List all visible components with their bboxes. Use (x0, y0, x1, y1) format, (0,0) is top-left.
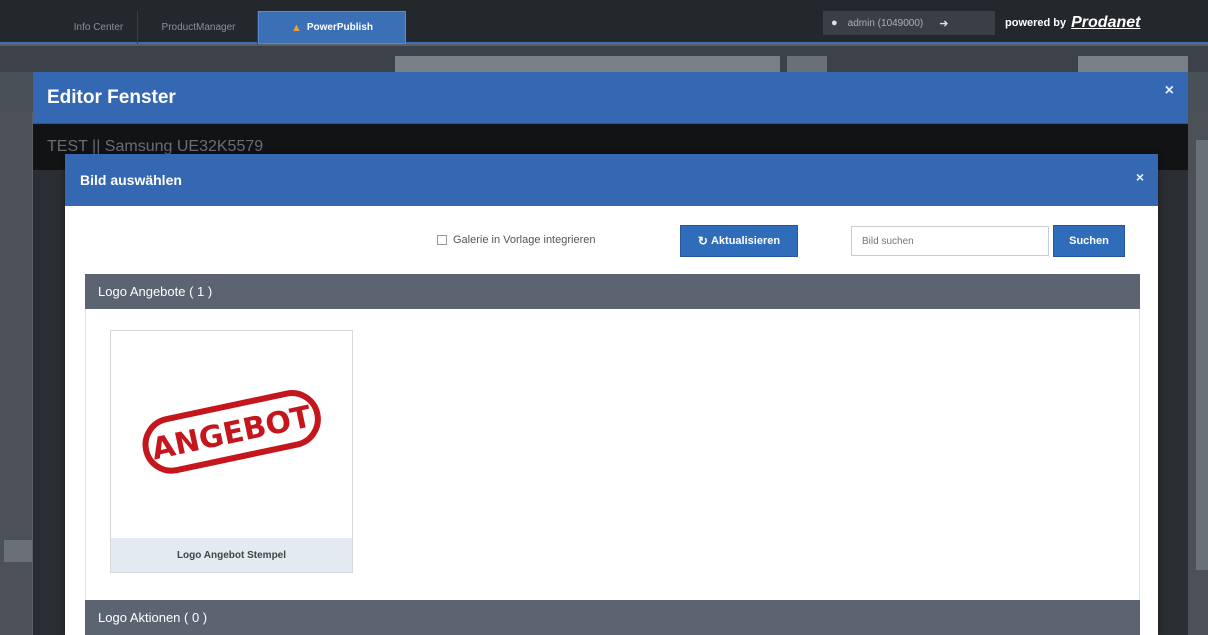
home-icon: ▲ (290, 21, 302, 34)
refresh-button[interactable]: ↻ Aktualisieren (680, 225, 798, 257)
editor-close-icon[interactable]: × (1165, 82, 1174, 100)
gallery-checkbox-label: Galerie in Vorlage integrieren (453, 234, 596, 246)
image-card[interactable]: ANGEBOT Logo Angebot Stempel (110, 330, 353, 573)
gallery-checkbox[interactable] (437, 235, 447, 245)
user-menu[interactable]: ● admin (1049000) ➜ (823, 11, 995, 35)
powered-by: powered by Prodanet (1005, 10, 1140, 36)
gallery-checkbox-row[interactable]: Galerie in Vorlage integrieren (437, 234, 595, 246)
image-card-caption: Logo Angebot Stempel (111, 538, 352, 572)
section-title: Logo Angebote ( 1 ) (98, 284, 213, 299)
editor-title: Editor Fenster (47, 87, 176, 108)
image-search-input[interactable] (851, 226, 1049, 256)
section-logo-angebote[interactable]: Logo Angebote ( 1 ) (85, 274, 1140, 309)
background-scrollbar (1196, 140, 1208, 570)
picker-title: Bild auswählen (80, 172, 182, 188)
section-logo-aktionen[interactable]: Logo Aktionen ( 0 ) (85, 600, 1140, 635)
editor-header: Editor Fenster × (33, 72, 1188, 124)
search-button[interactable]: Suchen (1053, 225, 1125, 257)
section-title: Logo Aktionen ( 0 ) (98, 610, 208, 625)
background-left-tab (4, 540, 32, 562)
top-navigation-bar: Info Center ProductManager ▲ PowerPublis… (0, 0, 1208, 44)
brand-logo[interactable]: Prodanet (1071, 14, 1140, 32)
tab-product-manager[interactable]: ProductManager (140, 11, 258, 44)
picker-close-icon[interactable]: × (1136, 169, 1144, 185)
tab-power-publish[interactable]: ▲ PowerPublish (258, 11, 406, 44)
powered-by-text: powered by (1005, 17, 1067, 29)
user-icon: ● (831, 17, 838, 29)
user-label: admin (1049000) (847, 17, 924, 29)
image-picker-dialog: Bild auswählen × Galerie in Vorlage inte… (65, 154, 1158, 635)
stamp-image: ANGEBOT (142, 390, 321, 474)
logout-icon[interactable]: ➜ (939, 17, 948, 30)
picker-header: Bild auswählen × (65, 154, 1158, 206)
tab-info-center[interactable]: Info Center (60, 11, 138, 44)
tab-power-publish-label: PowerPublish (306, 22, 373, 33)
refresh-button-label: Aktualisieren (710, 235, 781, 247)
refresh-icon: ↻ (697, 234, 708, 248)
